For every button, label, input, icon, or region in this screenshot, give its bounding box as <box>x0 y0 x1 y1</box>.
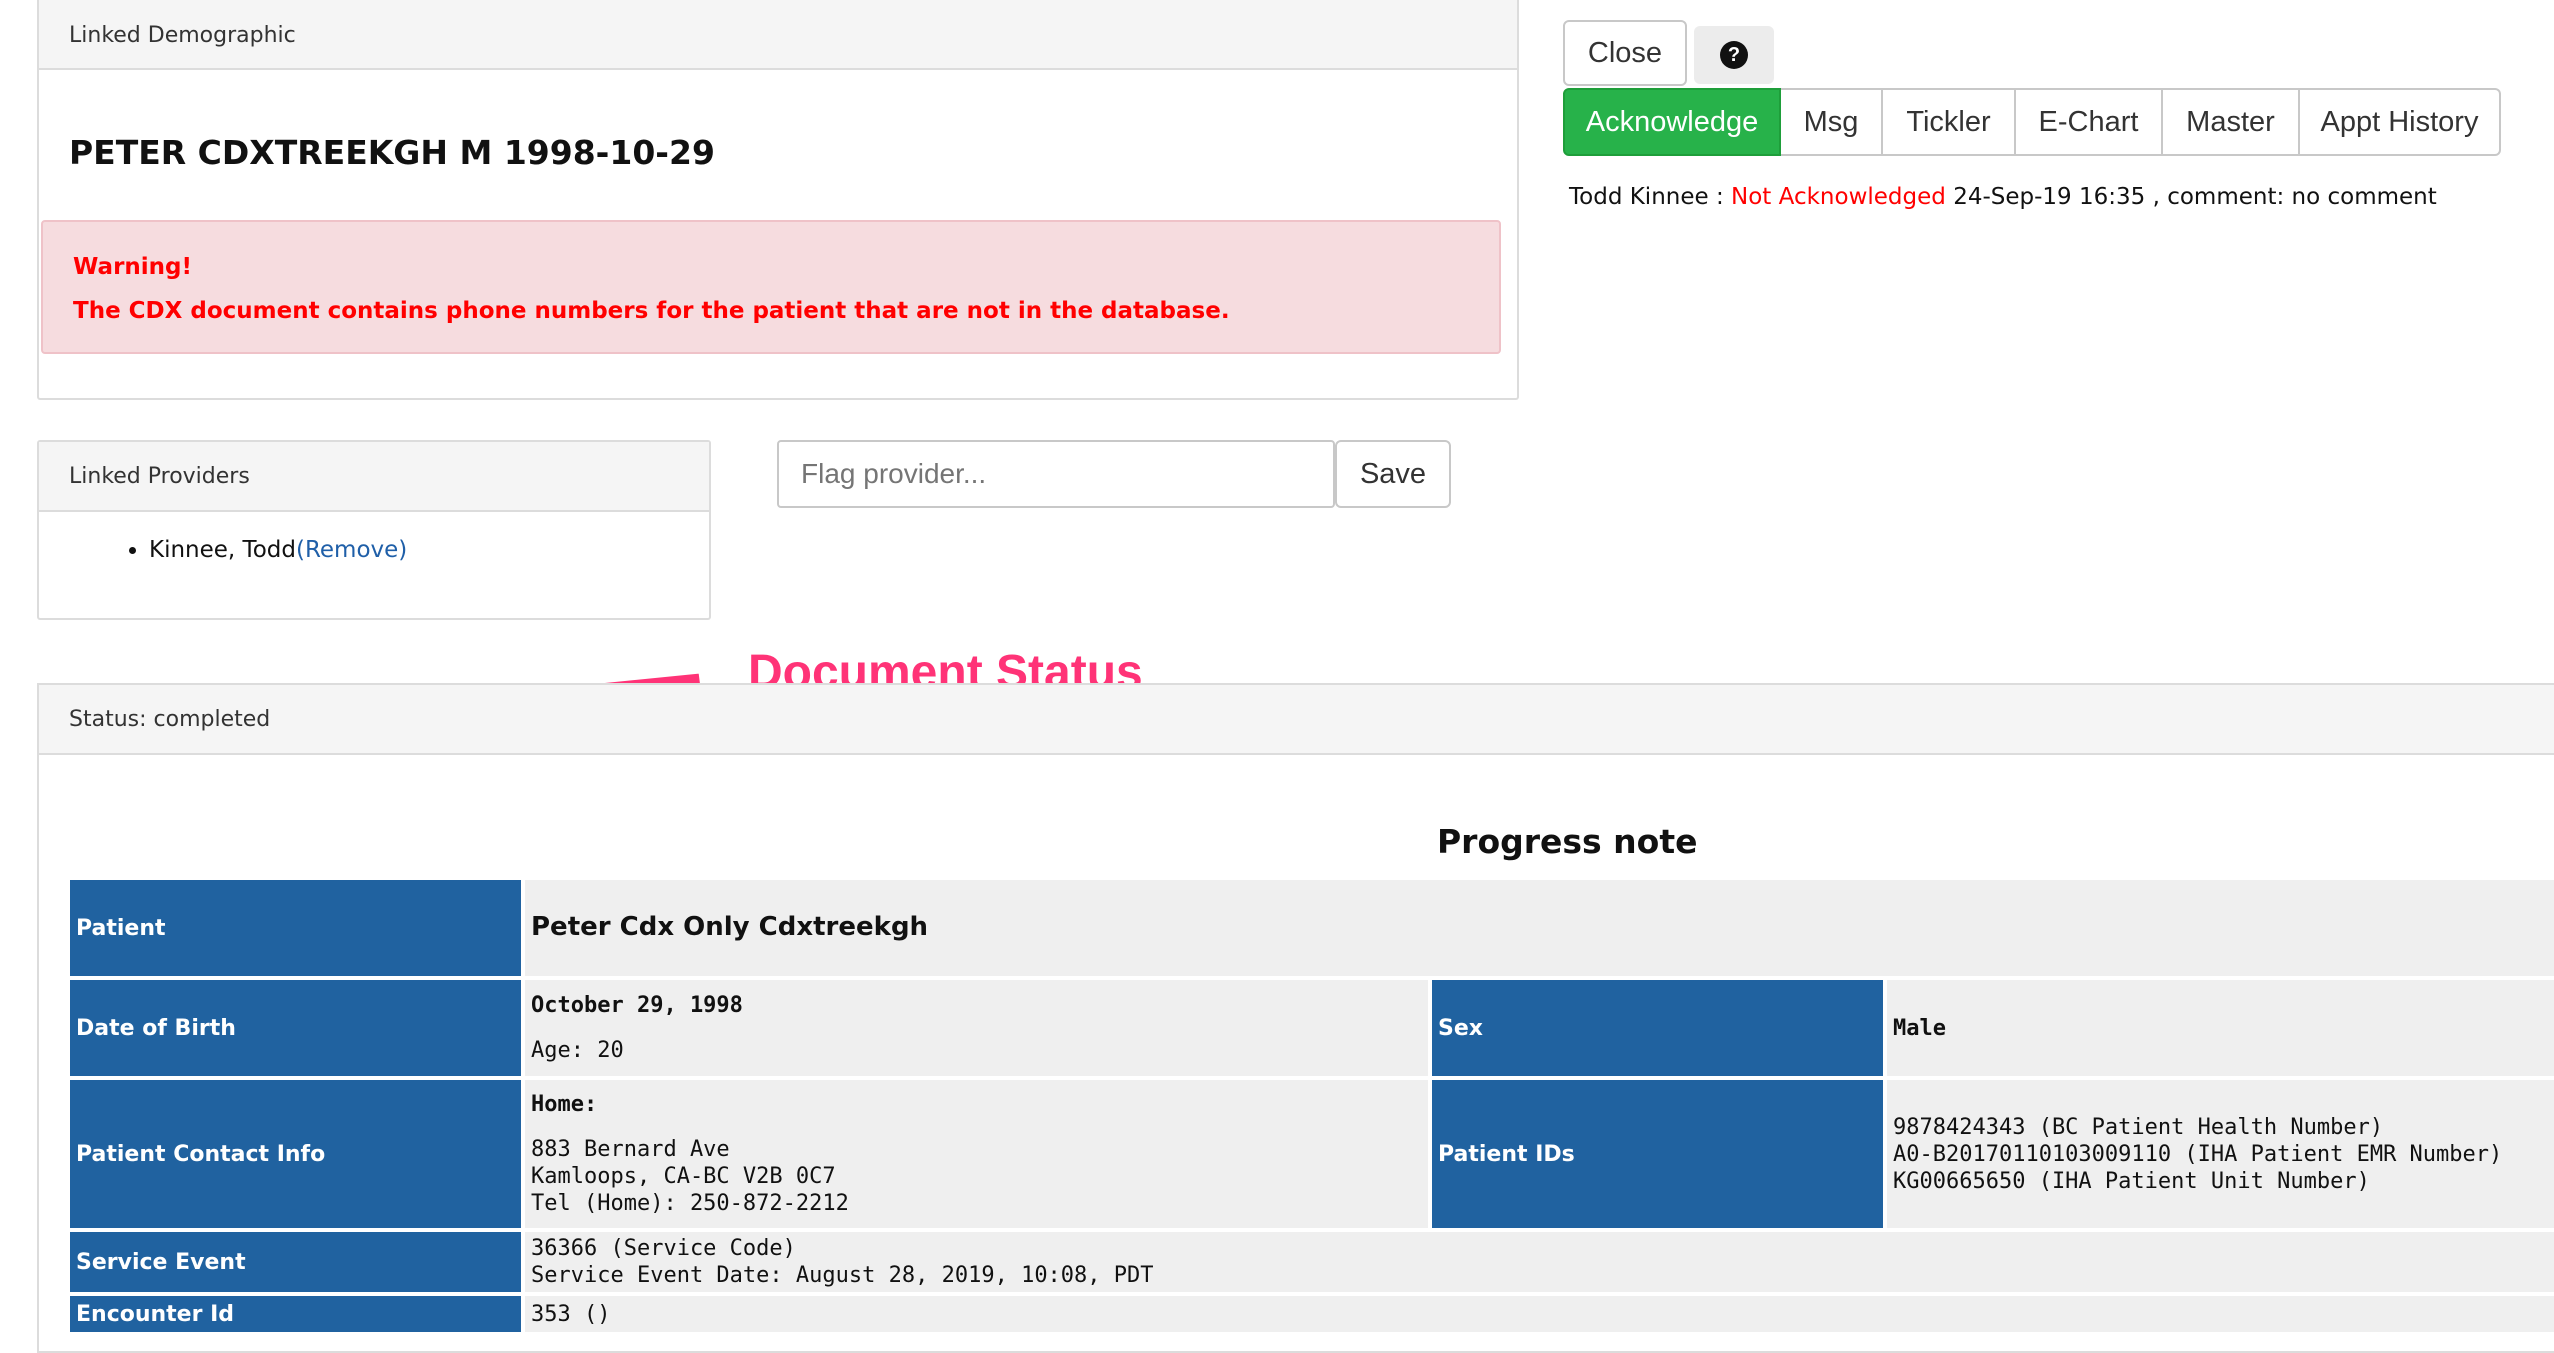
document-table: Patient Peter Cdx Only Cdxtreekgh Date o… <box>66 876 2554 1336</box>
patient-name: Peter Cdx Only Cdxtreekgh <box>525 880 2554 976</box>
ack-datetime: 24-Sep-19 16:35 <box>1953 184 2146 210</box>
linked-demographic-panel: Linked Demographic PETER CDXTREEKGH M 19… <box>37 0 1519 400</box>
master-button[interactable]: Master <box>2163 88 2300 156</box>
patient-ids-cell: 9878424343 (BC Patient Health Number) A0… <box>1887 1080 2554 1228</box>
action-button-group: Acknowledge Msg Tickler E-Chart Master A… <box>1563 88 2501 156</box>
table-row: Encounter Id 353 () <box>70 1296 2554 1332</box>
help-button[interactable]: ? <box>1694 26 1774 84</box>
document-table-wrap: Patient Peter Cdx Only Cdxtreekgh Date o… <box>66 876 2554 1336</box>
contact-cell: Home: 883 Bernard Ave Kamloops, CA-BC V2… <box>525 1080 1428 1228</box>
linked-demographic-title: Linked Demographic <box>69 23 296 48</box>
status-text: Status: completed <box>69 707 271 732</box>
appt-history-button[interactable]: Appt History <box>2300 88 2501 156</box>
table-row: Date of Birth October 29, 1998 Age: 20 S… <box>70 980 2554 1076</box>
provider-list-item: Kinnee, Todd(Remove) <box>149 537 407 563</box>
tickler-button[interactable]: Tickler <box>1883 88 2016 156</box>
linked-providers-title: Linked Providers <box>69 464 250 489</box>
warning-alert: Warning! The CDX document contains phone… <box>41 220 1501 354</box>
patient-id-phn: 9878424343 (BC Patient Health Number) <box>1893 1114 2384 1140</box>
service-event-cell: 36366 (Service Code) Service Event Date:… <box>525 1232 2554 1292</box>
patient-ids-label: Patient IDs <box>1432 1080 1883 1228</box>
remove-provider-link[interactable]: (Remove) <box>296 537 407 563</box>
encounter-value: 353 () <box>525 1296 2554 1332</box>
warning-title: Warning! <box>73 254 192 280</box>
table-row: Patient Peter Cdx Only Cdxtreekgh <box>70 880 2554 976</box>
status-header: Status: completed <box>39 685 2554 755</box>
linked-providers-panel: Linked Providers Kinnee, Todd(Remove) <box>37 440 711 620</box>
phone-home: Tel (Home): 250-872-2212 <box>531 1191 849 1216</box>
table-row: Service Event 36366 (Service Code) Servi… <box>70 1232 2554 1292</box>
patient-id-emr: A0-B20170110103009110 (IHA Patient EMR N… <box>1893 1141 2503 1167</box>
close-button[interactable]: Close <box>1563 20 1687 86</box>
linked-providers-header: Linked Providers <box>39 442 709 512</box>
flag-provider-input[interactable] <box>777 440 1335 508</box>
address-line-2: Kamloops, CA-BC V2B 0C7 <box>531 1164 836 1189</box>
dob-value: October 29, 1998 <box>531 993 743 1018</box>
patient-label: Patient <box>70 880 521 976</box>
acknowledge-button[interactable]: Acknowledge <box>1563 88 1781 156</box>
table-row: Patient Contact Info Home: 883 Bernard A… <box>70 1080 2554 1228</box>
patient-name-text: Peter Cdx Only Cdxtreekgh <box>531 912 929 942</box>
service-date: Service Event Date: August 28, 2019, 10:… <box>531 1263 1154 1288</box>
acknowledgement-line: Todd Kinnee : Not Acknowledged 24-Sep-19… <box>1569 184 2437 210</box>
sex-value: Male <box>1887 980 2554 1076</box>
age-value: Age: 20 <box>531 1038 624 1063</box>
dob-cell: October 29, 1998 Age: 20 <box>525 980 1428 1076</box>
question-circle-icon: ? <box>1720 41 1748 69</box>
contact-label: Patient Contact Info <box>70 1080 521 1228</box>
echart-button[interactable]: E-Chart <box>2016 88 2163 156</box>
contact-type: Home: <box>531 1092 598 1117</box>
encounter-label: Encounter Id <box>70 1296 521 1332</box>
sex-label: Sex <box>1432 980 1883 1076</box>
ack-status: Not Acknowledged <box>1731 184 1946 210</box>
service-code: 36366 (Service Code) <box>531 1236 796 1261</box>
provider-list: Kinnee, Todd(Remove) <box>109 537 407 563</box>
save-button[interactable]: Save <box>1335 440 1451 508</box>
msg-button[interactable]: Msg <box>1781 88 1883 156</box>
dob-label: Date of Birth <box>70 980 521 1076</box>
ack-provider: Todd Kinnee <box>1569 184 1709 210</box>
warning-text: The CDX document contains phone numbers … <box>73 298 1230 324</box>
provider-name: Kinnee, Todd <box>149 537 296 563</box>
patient-summary-line: PETER CDXTREEKGH M 1998-10-29 <box>69 133 715 172</box>
service-event-label: Service Event <box>70 1232 521 1292</box>
ack-separator: : <box>1715 184 1724 210</box>
document-title: Progress note <box>1437 822 1698 861</box>
ack-comment: , comment: no comment <box>2152 184 2437 210</box>
address-line-1: 883 Bernard Ave <box>531 1137 730 1162</box>
linked-demographic-header: Linked Demographic <box>39 0 1517 70</box>
patient-id-unit: KG00665650 (IHA Patient Unit Number) <box>1893 1168 2370 1194</box>
